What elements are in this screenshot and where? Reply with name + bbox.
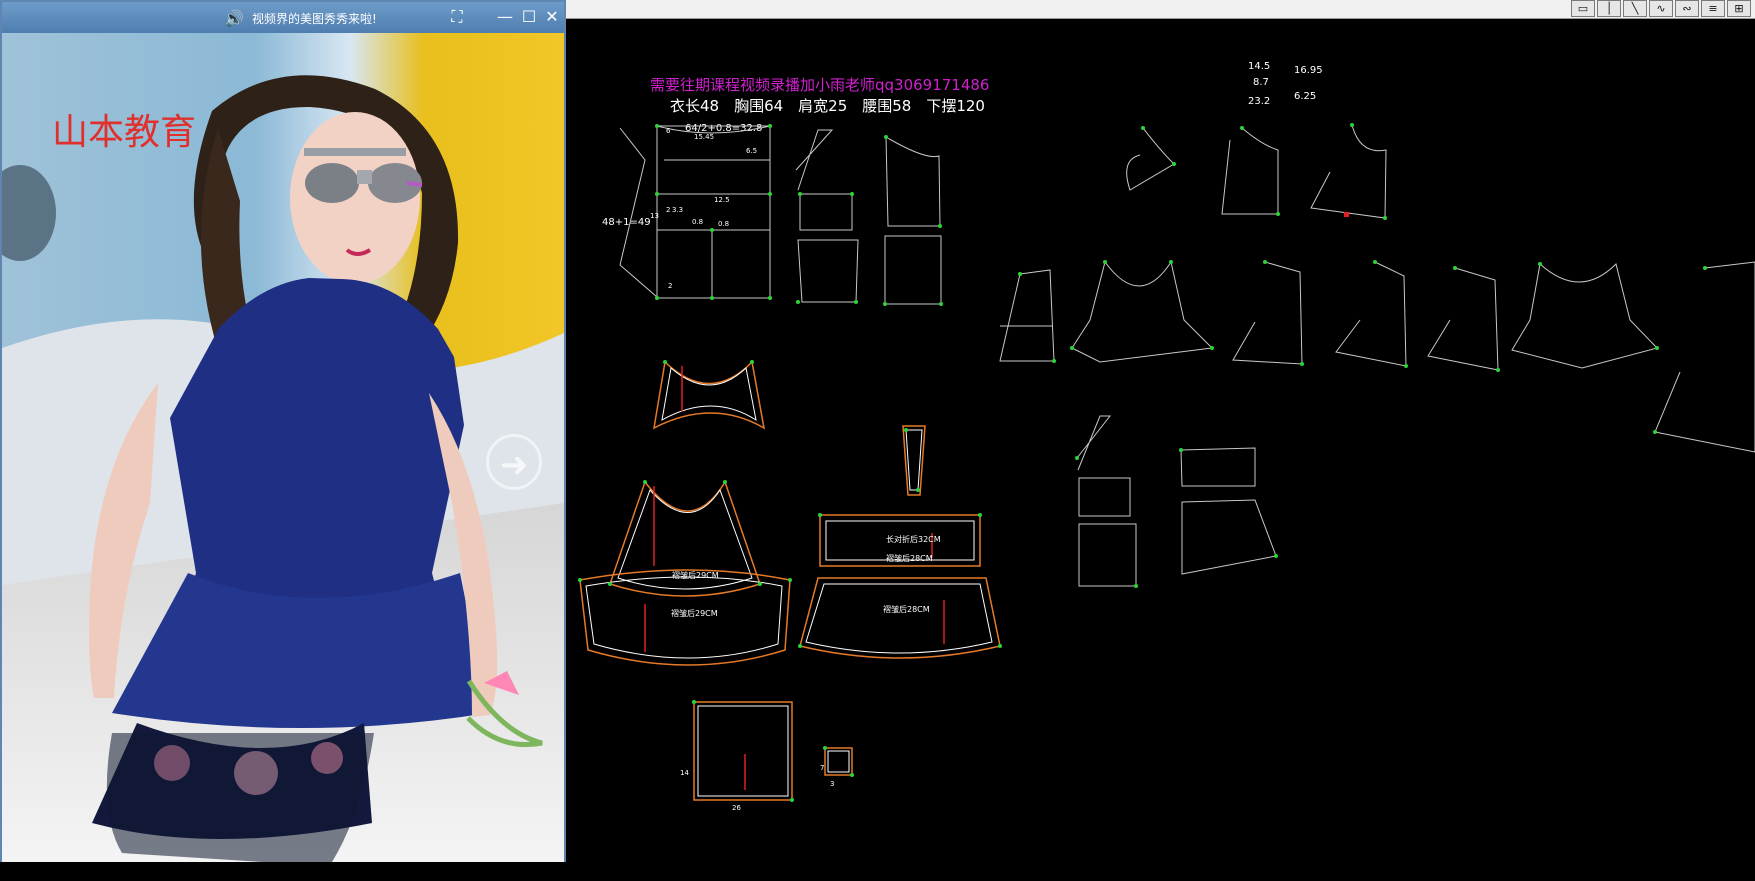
measurements-text: 衣长48 胸围64 肩宽25 腰围58 下摆120 [670, 97, 985, 115]
close-icon[interactable]: ✕ [542, 7, 562, 27]
selection-points[interactable] [578, 123, 1707, 802]
minimize-icon[interactable]: — [495, 7, 515, 27]
pleat-label-4: 褶皱后28CM [886, 553, 933, 563]
dim-label: 12.5 [714, 196, 730, 204]
pleat-label-2: 褶皱后29CM [671, 608, 718, 618]
value-16-95: 16.95 [1294, 65, 1323, 76]
pleat-label-3: 长对折后32CM [886, 534, 941, 544]
side-note: 48+1=49 [602, 217, 651, 228]
maximize-icon[interactable]: ☐ [519, 7, 539, 27]
value-14-5: 14.5 [1248, 61, 1270, 72]
value-8-7: 8.7 [1253, 77, 1269, 88]
header-text: 需要往期课程视频录播加小雨老师qq3069171486 衣长48 胸围64 肩宽… [602, 76, 989, 228]
video-popup-window[interactable]: 🔊 视频界的美图秀秀来啦! ⛶ — ☐ ✕ 山本教育 ➜ [0, 0, 566, 862]
dim-label: 2 [666, 206, 670, 214]
photo-illustration [2, 33, 564, 862]
popup-titlebar[interactable]: 🔊 视频界的美图秀秀来啦! ⛶ — ☐ ✕ [2, 2, 564, 33]
dim-label: 26 [732, 804, 741, 812]
dim-label: 6.5 [746, 147, 757, 155]
pleat-label-1: 褶皱后29CM [672, 570, 719, 580]
upper-right-numbers: 14.5 16.95 8.7 23.2 6.25 [1248, 61, 1323, 107]
dim-label: 3 [830, 780, 834, 788]
dim-label: 7 [820, 764, 824, 772]
dim-label: 6 [666, 127, 671, 135]
next-slide-icon[interactable]: ➜ [486, 434, 542, 490]
dim-label: 14 [680, 769, 689, 777]
popup-title: 视频界的美图秀秀来啦! [252, 12, 377, 26]
watermark-text: 山本教育 [52, 112, 197, 153]
dim-label: 0.8 [692, 218, 703, 226]
product-photo: 山本教育 ➜ [2, 33, 564, 862]
header-note: 需要往期课程视频录播加小雨老师qq3069171486 [650, 76, 989, 94]
dim-label: 0.8 [718, 220, 729, 228]
pleat-label-5: 褶皱后28CM [883, 604, 930, 614]
dim-label: 13 [650, 212, 659, 220]
dim-label: 3.3 [672, 206, 683, 214]
value-6-25: 6.25 [1294, 91, 1316, 102]
pleat-labels: 褶皱后29CM 褶皱后29CM 长对折后32CM 褶皱后28CM 褶皱后28CM [671, 534, 941, 618]
selected-point-marker[interactable] [1344, 212, 1349, 217]
speaker-icon[interactable]: 🔊 [224, 9, 244, 28]
dim-label: 2 [668, 282, 672, 290]
value-23-2: 23.2 [1248, 96, 1270, 107]
draft-lines [619, 124, 1755, 587]
capture-icon[interactable]: ⛶ [447, 7, 467, 27]
dim-label: 15.45 [694, 133, 714, 141]
bottom-strip [0, 862, 1755, 881]
